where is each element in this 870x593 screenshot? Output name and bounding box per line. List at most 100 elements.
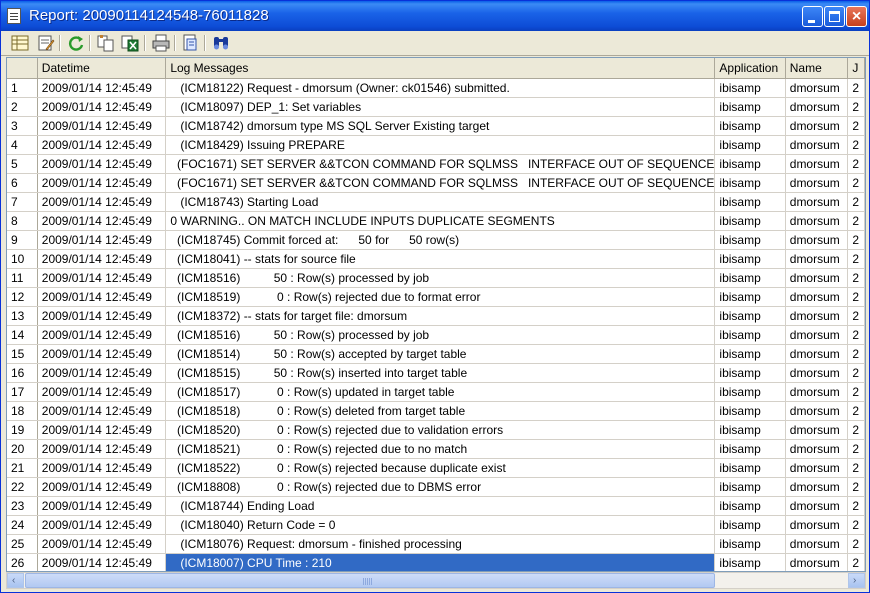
application-cell[interactable]: ibisamp (714, 211, 786, 231)
application-cell[interactable]: ibisamp (714, 344, 786, 364)
name-cell[interactable]: dmorsum (785, 173, 849, 193)
j-cell[interactable]: 2 (847, 306, 865, 326)
datetime-cell[interactable]: 2009/01/14 12:45:49 (37, 192, 167, 212)
j-cell[interactable]: 2 (847, 420, 865, 440)
log-message-cell[interactable]: (ICM18097) DEP_1: Set variables (165, 97, 716, 117)
name-cell[interactable]: dmorsum (785, 344, 849, 364)
row-number-cell[interactable]: 14 (7, 325, 38, 345)
table-row[interactable]: 22 2009/01/14 12:45:49 (ICM18808) 0 : Row… (7, 477, 865, 497)
name-cell[interactable]: dmorsum (785, 135, 849, 155)
application-cell[interactable]: ibisamp (714, 363, 786, 383)
scroll-thumb[interactable] (25, 573, 715, 588)
datetime-cell[interactable]: 2009/01/14 12:45:49 (37, 496, 167, 516)
log-message-cell[interactable]: (ICM18516) 50 : Row(s) processed by job (165, 268, 716, 288)
datetime-cell[interactable]: 2009/01/14 12:45:49 (37, 211, 167, 231)
row-number-cell[interactable]: 25 (7, 534, 38, 554)
row-number-cell[interactable]: 13 (7, 306, 38, 326)
name-cell[interactable]: dmorsum (785, 458, 849, 478)
j-cell[interactable]: 2 (847, 458, 865, 478)
j-cell[interactable]: 2 (847, 496, 865, 516)
application-cell[interactable]: ibisamp (714, 477, 786, 497)
table-row[interactable]: 12 2009/01/14 12:45:49 (ICM18519) 0 : Row… (7, 287, 865, 307)
datetime-cell[interactable]: 2009/01/14 12:45:49 (37, 477, 167, 497)
log-message-cell[interactable]: (ICM18742) dmorsum type MS SQL Server Ex… (165, 116, 716, 136)
log-message-cell[interactable]: (ICM18514) 50 : Row(s) accepted by targe… (165, 344, 716, 364)
row-number-cell[interactable]: 10 (7, 249, 38, 269)
datetime-cell[interactable]: 2009/01/14 12:45:49 (37, 97, 167, 117)
log-message-cell[interactable]: (FOC1671) SET SERVER &&TCON COMMAND FOR … (165, 173, 716, 193)
datetime-cell[interactable]: 2009/01/14 12:45:49 (37, 534, 167, 554)
log-message-cell[interactable]: (ICM18429) Issuing PREPARE (165, 135, 716, 155)
j-cell[interactable]: 2 (847, 135, 865, 155)
application-cell[interactable]: ibisamp (714, 154, 786, 174)
table-row[interactable]: 16 2009/01/14 12:45:49 (ICM18515) 50 : Ro… (7, 363, 865, 383)
log-message-cell[interactable]: (ICM18041) -- stats for source file (165, 249, 716, 269)
row-number-cell[interactable]: 4 (7, 135, 38, 155)
table-row[interactable]: 3 2009/01/14 12:45:49 (ICM18742) dmorsum … (7, 116, 865, 136)
j-cell[interactable]: 2 (847, 553, 865, 571)
datetime-cell[interactable]: 2009/01/14 12:45:49 (37, 325, 167, 345)
column-header-name[interactable]: Name (785, 58, 849, 79)
table-row[interactable]: 18 2009/01/14 12:45:49 (ICM18518) 0 : Row… (7, 401, 865, 421)
close-button[interactable]: × (846, 6, 867, 27)
table-row[interactable]: 24 2009/01/14 12:45:49 (ICM18040) Return … (7, 515, 865, 535)
scroll-left-button[interactable]: ‹ (7, 573, 24, 588)
horizontal-scrollbar[interactable]: ‹ › (6, 572, 866, 589)
datetime-cell[interactable]: 2009/01/14 12:45:49 (37, 287, 167, 307)
name-cell[interactable]: dmorsum (785, 553, 849, 571)
name-cell[interactable]: dmorsum (785, 382, 849, 402)
j-cell[interactable]: 2 (847, 515, 865, 535)
table-row[interactable]: 19 2009/01/14 12:45:49 (ICM18520) 0 : Row… (7, 420, 865, 440)
row-number-cell[interactable]: 3 (7, 116, 38, 136)
log-message-cell[interactable]: (ICM18517) 0 : Row(s) updated in target … (165, 382, 716, 402)
name-cell[interactable]: dmorsum (785, 78, 849, 98)
name-cell[interactable]: dmorsum (785, 306, 849, 326)
j-cell[interactable]: 2 (847, 173, 865, 193)
name-cell[interactable]: dmorsum (785, 154, 849, 174)
application-cell[interactable]: ibisamp (714, 458, 786, 478)
j-cell[interactable]: 2 (847, 78, 865, 98)
row-number-cell[interactable]: 5 (7, 154, 38, 174)
table-row[interactable]: 15 2009/01/14 12:45:49 (ICM18514) 50 : Ro… (7, 344, 865, 364)
log-message-cell[interactable]: (ICM18122) Request - dmorsum (Owner: ck0… (165, 78, 716, 98)
j-cell[interactable]: 2 (847, 534, 865, 554)
row-number-cell[interactable]: 26 (7, 553, 38, 571)
table-row[interactable]: 10 2009/01/14 12:45:49 (ICM18041) -- stat… (7, 249, 865, 269)
j-cell[interactable]: 2 (847, 344, 865, 364)
datetime-cell[interactable]: 2009/01/14 12:45:49 (37, 268, 167, 288)
log-message-cell[interactable]: 0 WARNING.. ON MATCH INCLUDE INPUTS DUPL… (165, 211, 716, 231)
row-number-cell[interactable]: 19 (7, 420, 38, 440)
application-cell[interactable]: ibisamp (714, 382, 786, 402)
name-cell[interactable]: dmorsum (785, 211, 849, 231)
application-cell[interactable]: ibisamp (714, 135, 786, 155)
name-cell[interactable]: dmorsum (785, 249, 849, 269)
column-header-application[interactable]: Application (714, 58, 786, 79)
datetime-cell[interactable]: 2009/01/14 12:45:49 (37, 78, 167, 98)
table-row[interactable]: 8 2009/01/14 12:45:49 0 WARNING.. ON MATCH… (7, 211, 865, 231)
table-row[interactable]: 2 2009/01/14 12:45:49 (ICM18097) DEP_1: S… (7, 97, 865, 117)
application-cell[interactable]: ibisamp (714, 287, 786, 307)
table-row[interactable]: 13 2009/01/14 12:45:49 (ICM18372) -- stat… (7, 306, 865, 326)
j-cell[interactable]: 2 (847, 230, 865, 250)
edit-report-icon[interactable] (37, 34, 55, 52)
application-cell[interactable]: ibisamp (714, 439, 786, 459)
datetime-cell[interactable]: 2009/01/14 12:45:49 (37, 135, 167, 155)
log-grid[interactable]: Datetime Log Messages Application Name J… (6, 57, 866, 572)
row-number-cell[interactable]: 16 (7, 363, 38, 383)
row-number-cell[interactable]: 20 (7, 439, 38, 459)
application-cell[interactable]: ibisamp (714, 97, 786, 117)
row-number-cell[interactable]: 15 (7, 344, 38, 364)
row-number-cell[interactable]: 18 (7, 401, 38, 421)
log-message-cell[interactable]: (FOC1671) SET SERVER &&TCON COMMAND FOR … (165, 154, 716, 174)
find-icon[interactable] (212, 34, 230, 52)
name-cell[interactable]: dmorsum (785, 116, 849, 136)
j-cell[interactable]: 2 (847, 97, 865, 117)
log-message-cell[interactable]: (ICM18516) 50 : Row(s) processed by job (165, 325, 716, 345)
row-number-cell[interactable]: 22 (7, 477, 38, 497)
name-cell[interactable]: dmorsum (785, 230, 849, 250)
j-cell[interactable]: 2 (847, 116, 865, 136)
copy-icon[interactable] (97, 34, 115, 52)
name-cell[interactable]: dmorsum (785, 401, 849, 421)
datetime-cell[interactable]: 2009/01/14 12:45:49 (37, 230, 167, 250)
j-cell[interactable]: 2 (847, 382, 865, 402)
